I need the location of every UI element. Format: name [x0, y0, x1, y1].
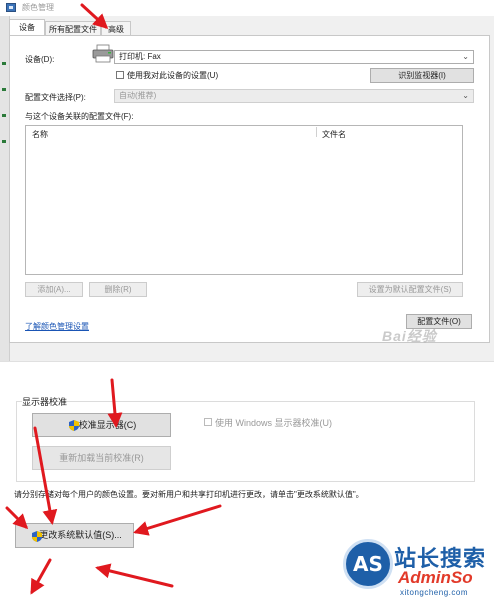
- annotation-arrows: [5, 3, 222, 595]
- arrow-to-advanced-tab-icon: [80, 3, 109, 30]
- arrow-from-calibrate-icon: [33, 426, 58, 525]
- arrow-bottom-icon: [95, 563, 174, 588]
- arrow-to-calibrate-icon: [107, 378, 123, 428]
- arrow-right-icon: [133, 504, 222, 536]
- arrow-down-left-icon: [30, 558, 52, 595]
- arrow-left-icon: [5, 506, 29, 530]
